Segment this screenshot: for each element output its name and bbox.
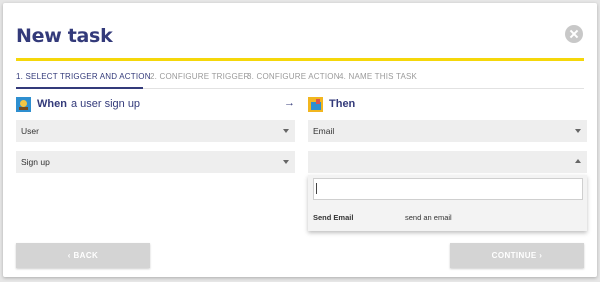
chevron-up-icon [575,159,581,163]
when-panel-header: When a user sign up [16,95,140,113]
header-divider [16,58,584,61]
trigger-entity-select[interactable]: User [16,120,295,142]
wizard-steps: 1. SELECT TRIGGER AND ACTION 2. CONFIGUR… [16,65,584,89]
option-name: Send Email [313,213,354,222]
chevron-down-icon [575,129,581,133]
then-label: Then [329,98,356,110]
chevron-down-icon [283,160,289,164]
when-trigger-description: a user sign up [70,98,141,110]
action-service-select[interactable]: Email [308,120,587,142]
trigger-entity-value: User [21,126,39,136]
step-configure-action[interactable]: 3. CONFIGURE ACTION [247,65,340,89]
active-step-indicator [16,87,143,89]
new-task-modal: New task 1. SELECT TRIGGER AND ACTION 2.… [3,3,597,277]
email-action-icon [308,96,323,112]
dropdown-search-input[interactable] [313,178,583,200]
when-label: When [37,98,67,110]
action-type-dropdown: Send Email send an email [308,175,587,231]
step-select-trigger-and-action[interactable]: 1. SELECT TRIGGER AND ACTION [16,65,151,89]
continue-button[interactable]: CONTINUE › [450,243,584,268]
step-name-this-task[interactable]: 4. NAME THIS TASK [339,65,417,89]
trigger-event-value: Sign up [21,157,50,167]
user-avatar-icon [16,96,31,112]
action-service-value: Email [313,126,335,136]
chevron-down-icon [283,129,289,133]
step-configure-trigger[interactable]: 2. CONFIGURE TRIGGER [150,65,249,89]
dropdown-option-send-email[interactable]: Send Email send an email [308,210,587,226]
arrow-right-icon: → [284,97,295,109]
close-icon[interactable] [565,25,583,43]
action-type-select[interactable] [308,151,587,173]
back-button[interactable]: ‹ BACK [16,243,150,268]
option-description: send an email [405,213,452,222]
trigger-event-select[interactable]: Sign up [16,151,295,173]
then-panel-header: Then [308,95,359,113]
modal-title: New task [16,25,113,47]
text-cursor [316,183,317,194]
